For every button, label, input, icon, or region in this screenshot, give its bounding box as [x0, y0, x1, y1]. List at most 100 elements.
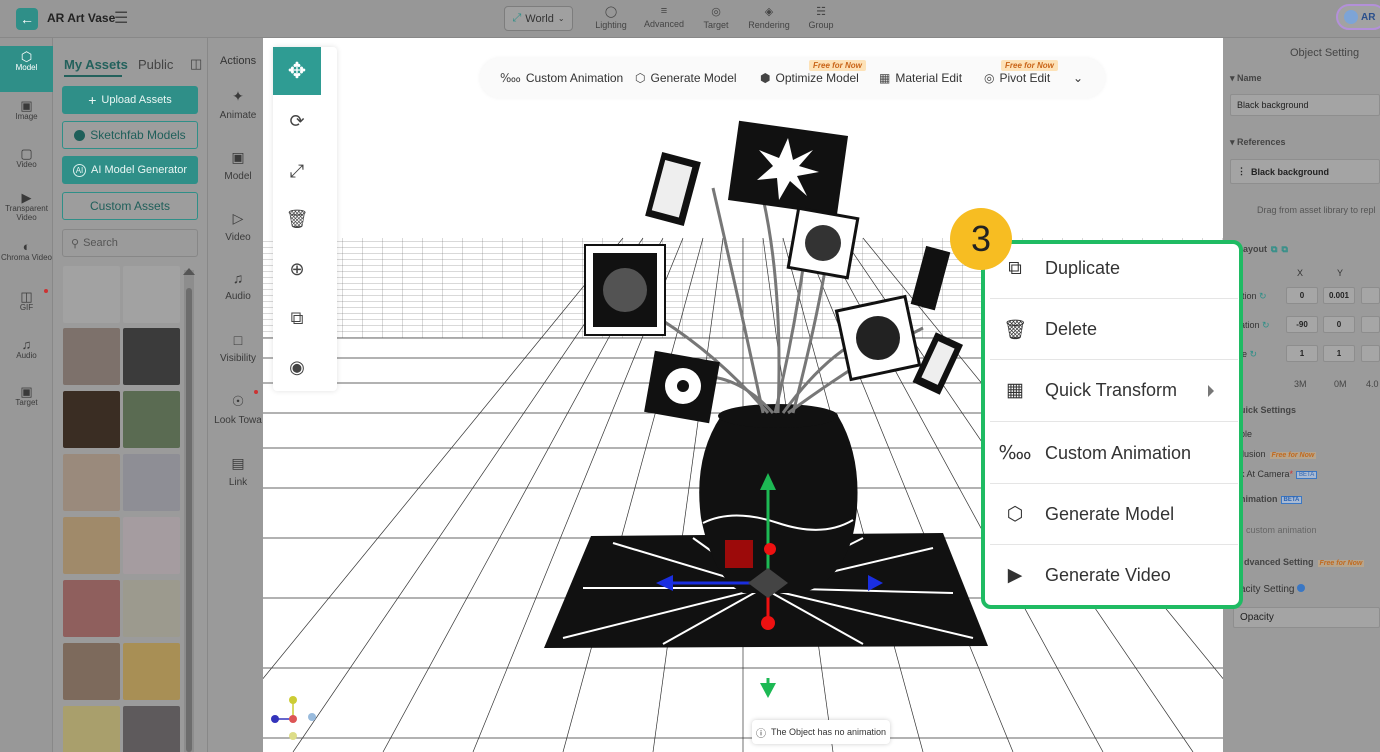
- asset-thumbnail[interactable]: [63, 643, 120, 700]
- rail-chroma-video[interactable]: ◐ Chroma Video: [0, 240, 53, 262]
- tab-my-assets[interactable]: My Assets: [64, 57, 128, 72]
- scale-tool-icon[interactable]: ⤢: [284, 158, 310, 184]
- toolbar-material-edit[interactable]: ▦ Material Edit: [879, 71, 962, 85]
- scrollbar-thumb[interactable]: [186, 288, 192, 752]
- tab-public[interactable]: Public: [138, 57, 173, 72]
- reset-icon[interactable]: ↻: [1260, 320, 1270, 330]
- upload-assets-button[interactable]: + Upload Assets: [62, 86, 198, 114]
- col-x-label: X: [1297, 268, 1304, 278]
- asset-thumbnail[interactable]: [63, 580, 120, 637]
- video-play-icon: ▷: [232, 210, 244, 226]
- rail-gif[interactable]: ◫ GIF: [0, 290, 53, 312]
- scale-y-input[interactable]: 1: [1323, 345, 1355, 362]
- world-select[interactable]: ⤢ World ⌄: [504, 6, 573, 31]
- asset-thumbnail[interactable]: [63, 454, 120, 511]
- search-input[interactable]: ⚲ Search: [62, 229, 198, 257]
- asset-thumbnail[interactable]: [123, 517, 180, 574]
- opacity-field[interactable]: Opacity: [1233, 607, 1380, 628]
- asset-thumbnail[interactable]: [63, 517, 120, 574]
- advanced-setting-label: dvanced Setting Free for Now: [1244, 557, 1365, 567]
- context-delete[interactable]: 🗑 Delete: [985, 299, 1239, 360]
- focus-crosshair-icon[interactable]: ⊕: [284, 256, 310, 282]
- context-custom-animation[interactable]: ‱ Custom Animation: [985, 423, 1239, 484]
- rail-audio[interactable]: ♫ Audio: [0, 338, 53, 360]
- rail-video[interactable]: ▢ Video: [0, 147, 53, 169]
- move-tool-icon[interactable]: ✥: [273, 47, 321, 95]
- asset-thumbnail[interactable]: [123, 706, 180, 752]
- asset-thumbnail[interactable]: [123, 391, 180, 448]
- reset-icon[interactable]: ↻: [1247, 349, 1258, 359]
- quick-setting-item[interactable]: llusion Free for Now: [1240, 449, 1317, 459]
- paste-icon[interactable]: ⧉: [1281, 244, 1287, 254]
- copy-icon[interactable]: ⧉: [1271, 244, 1277, 254]
- position-x-input[interactable]: 0: [1286, 287, 1318, 304]
- quick-setting-item[interactable]: k At Camera* BETA: [1240, 469, 1318, 479]
- rotation-z-input[interactable]: [1361, 316, 1380, 333]
- user-badge[interactable]: AR: [1336, 4, 1380, 30]
- scroll-up-icon[interactable]: [183, 268, 195, 275]
- position-y-input[interactable]: 0.001: [1323, 287, 1355, 304]
- layout-section-label: ayout ⧉ ⧉: [1243, 244, 1288, 254]
- asset-thumbnail[interactable]: [123, 454, 180, 511]
- hexagon-cube-icon: ⬡: [1006, 504, 1024, 525]
- action-audio[interactable]: ♫ Audio: [208, 270, 268, 302]
- rotation-x-input[interactable]: -90: [1286, 316, 1318, 333]
- rotate-tool-icon[interactable]: ⟳: [284, 108, 310, 134]
- hamburger-icon[interactable]: ☰: [114, 8, 128, 28]
- chevron-down-icon[interactable]: ⌄: [1073, 71, 1083, 85]
- reference-field[interactable]: ⋮ Black background: [1230, 159, 1380, 184]
- rotation-y-input[interactable]: 0: [1323, 316, 1355, 333]
- fit-view-icon[interactable]: ⧉: [284, 305, 310, 331]
- rail-model[interactable]: ⬡ Model: [0, 46, 53, 92]
- custom-assets-button[interactable]: Custom Assets: [62, 192, 198, 220]
- active-tab-underline: [64, 75, 122, 77]
- context-generate-model[interactable]: ⬡ Generate Model: [985, 484, 1239, 545]
- delete-tool-icon[interactable]: 🗑: [284, 206, 310, 232]
- toolbar-custom-animation[interactable]: ‱ Custom Animation: [500, 71, 623, 85]
- action-visibility[interactable]: □ Visibility: [208, 332, 268, 364]
- vase-body[interactable]: [699, 416, 858, 593]
- toolbar-optimize-model[interactable]: ⬢ Optimize Model: [760, 71, 859, 85]
- asset-thumbnail[interactable]: [123, 580, 180, 637]
- scale-x-input[interactable]: 1: [1286, 345, 1318, 362]
- optimize-icon: ⬢: [760, 71, 771, 85]
- nav-advanced[interactable]: ≡ Advanced: [636, 5, 692, 29]
- asset-thumbnail[interactable]: [123, 266, 180, 323]
- nav-lighting[interactable]: ◯ Lighting: [583, 5, 639, 30]
- asset-thumbnail[interactable]: [63, 266, 120, 323]
- action-look-toward[interactable]: ☉ Look Towa: [208, 393, 268, 426]
- scale-z-input[interactable]: [1361, 345, 1380, 362]
- ai-model-generator-button[interactable]: AI AI Model Generator: [62, 156, 198, 184]
- toolbar-generate-model[interactable]: ⬡ Generate Model: [635, 71, 737, 85]
- rail-target[interactable]: ▣ Target: [0, 385, 53, 407]
- position-z-input[interactable]: [1361, 287, 1380, 304]
- rail-image[interactable]: ▣ Image: [0, 99, 53, 121]
- context-duplicate[interactable]: ⧉ Duplicate: [985, 238, 1239, 299]
- asset-thumbnail[interactable]: [63, 391, 120, 448]
- toolbar-pivot-edit[interactable]: ◎ Pivot Edit: [984, 71, 1050, 85]
- asset-thumbnail[interactable]: [123, 643, 180, 700]
- action-animate[interactable]: ✦ Animate: [208, 88, 268, 121]
- back-arrow-icon[interactable]: ←: [16, 8, 38, 30]
- axis-orientation-icon[interactable]: [268, 692, 320, 744]
- sketchfab-models-button[interactable]: Sketchfab Models: [62, 121, 198, 149]
- help-icon[interactable]: [1297, 584, 1306, 592]
- collapse-panel-icon[interactable]: ◫: [190, 56, 202, 72]
- rail-transparent-video[interactable]: ▶ Transparent Video: [0, 191, 53, 222]
- nav-target[interactable]: ◎ Target: [688, 5, 744, 30]
- action-link[interactable]: ▤ Link: [208, 455, 268, 488]
- eye-icon[interactable]: ◉: [284, 354, 310, 380]
- chevron-down-icon: ⌄: [557, 14, 565, 23]
- asset-thumbnail[interactable]: [123, 328, 180, 385]
- nav-group[interactable]: ☵ Group: [793, 5, 849, 30]
- context-quick-transform[interactable]: ▦ Quick Transform: [985, 360, 1239, 421]
- reset-icon[interactable]: ↻: [1257, 291, 1267, 301]
- link-window-icon: ▤: [231, 455, 245, 471]
- action-video[interactable]: ▷ Video: [208, 210, 268, 243]
- asset-thumbnail[interactable]: [63, 706, 120, 752]
- name-field[interactable]: Black background: [1230, 94, 1380, 116]
- action-model[interactable]: ▣ Model: [208, 149, 268, 182]
- context-generate-video[interactable]: ▶ Generate Video: [985, 545, 1239, 606]
- asset-thumbnail[interactable]: [63, 328, 120, 385]
- nav-rendering[interactable]: ◈ Rendering: [741, 5, 797, 30]
